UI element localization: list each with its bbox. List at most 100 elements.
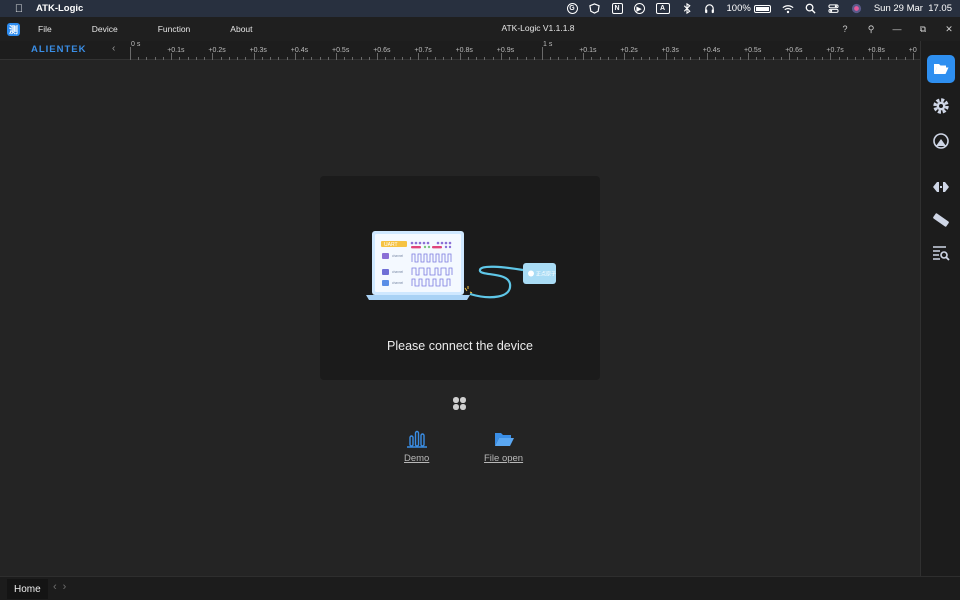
ruler-tick — [542, 47, 543, 60]
search-icon[interactable] — [805, 3, 817, 15]
siri-icon[interactable] — [851, 3, 863, 15]
ruler-tick — [706, 53, 708, 60]
ruler-label: +0.8s — [455, 47, 473, 54]
ruler-label: +0.8s — [867, 47, 885, 54]
app-titlebar: 测 File Device Function About ATK-Logic V… — [0, 17, 960, 41]
apps-grid-icon[interactable] — [453, 397, 466, 410]
close-button[interactable]: ✕ — [944, 24, 954, 35]
ruler-tick — [171, 53, 173, 60]
collapse-sidebar-button[interactable]: ‹ — [112, 43, 115, 54]
uart-tag: UART — [384, 242, 398, 248]
control-center-icon[interactable] — [828, 3, 840, 15]
ruler-tick — [459, 53, 461, 60]
open-file-tool[interactable] — [927, 55, 955, 83]
file-open-label: File open — [484, 453, 524, 464]
ruler-label: +0.2s — [208, 47, 226, 54]
time-ruler[interactable]: 0 s +0.1s +0.2s +0.3s +0.4s +0.5s +0.6s +0.7s +0… — [130, 41, 920, 60]
notion-icon[interactable]: N — [611, 3, 623, 14]
menubar-app-name[interactable]: ATK-Logic — [36, 3, 83, 14]
forward-arrow-icon[interactable]: › — [63, 581, 67, 593]
ruler-tick — [336, 53, 337, 60]
macos-menubar:  ATK-Logic G N ▶ A 100% Sun 29 M — [0, 0, 960, 17]
bluetooth-icon[interactable] — [681, 3, 693, 15]
help-button[interactable]: ? — [840, 24, 850, 34]
measure-tool[interactable] — [927, 127, 955, 155]
ruler-label: +0.4s — [290, 47, 309, 54]
ruler-tick — [624, 53, 626, 60]
settings-icon — [933, 98, 949, 114]
ruler-tick — [418, 53, 420, 60]
app-menu: File Device Function About — [38, 24, 293, 34]
menu-function[interactable]: Function — [158, 24, 191, 34]
back-arrow-icon[interactable]: ‹ — [53, 581, 57, 593]
demo-button[interactable]: Demo — [404, 430, 429, 464]
channel-label: channel — [392, 270, 403, 274]
ruler-label: +0.6s — [785, 47, 803, 54]
file-open-button[interactable]: File open — [484, 430, 523, 464]
search-list-icon — [933, 246, 950, 261]
ruler-tool[interactable] — [927, 206, 955, 234]
menubar-clock[interactable]: Sun 29 Mar 17.05 — [874, 3, 952, 14]
minimize-button[interactable]: — — [892, 24, 902, 34]
ruler-label: +0 — [908, 47, 917, 54]
timeline-bar: ALIENTEK ‹ 0 s +0.1s +0.2s +0.3s +0.4s +0.5s +… — [0, 41, 920, 60]
channel-label: channel — [392, 281, 403, 285]
ruler-label: +0.7s — [414, 47, 432, 54]
probe-label: 正点原子 — [536, 271, 556, 278]
ruler-label: +0.2s — [620, 47, 638, 54]
ruler-label: +0.5s — [332, 47, 350, 54]
alientek-logo: ALIENTEK — [31, 44, 87, 55]
ruler-icon — [933, 213, 949, 227]
menu-about[interactable]: About — [230, 24, 252, 34]
menu-device[interactable]: Device — [92, 24, 118, 34]
pin-button[interactable]: ⚲ — [866, 24, 876, 35]
battery-icon — [753, 4, 771, 13]
battery-percent: 100% — [726, 3, 751, 14]
ruler-label: +0.9s — [496, 47, 515, 54]
connect-device-message: Please connect the device — [387, 339, 533, 353]
folder-open-icon — [494, 433, 514, 446]
channel-label: channel — [392, 254, 403, 258]
ruler-tick — [500, 53, 502, 60]
battery-indicator[interactable]: 100% — [727, 3, 771, 14]
ruler-label: +0.3s — [249, 47, 267, 54]
ruler-tick — [912, 53, 914, 60]
headphones-icon[interactable] — [704, 3, 716, 15]
ruler-label: +0.7s — [826, 47, 844, 54]
settings-tool[interactable] — [927, 92, 955, 120]
play-icon[interactable]: ▶ — [633, 3, 645, 14]
decoder-icon — [933, 182, 949, 192]
wifi-icon[interactable] — [782, 3, 794, 15]
connect-device-card: UART channel channel channel 正点原子 Please… — [320, 176, 600, 380]
ruler-label: +0.4s — [702, 47, 721, 54]
grammarly-icon[interactable]: G — [566, 3, 578, 14]
menu-file[interactable]: File — [38, 24, 52, 34]
tab-navigation: ‹ › — [53, 581, 66, 593]
main-area: UART channel channel channel 正点原子 Please… — [0, 60, 920, 576]
ruler-label: 0 s — [131, 41, 141, 48]
demo-label: Demo — [404, 453, 430, 464]
input-source-icon[interactable]: A — [655, 3, 670, 14]
ruler-tick — [377, 53, 379, 60]
search-list-tool[interactable] — [927, 239, 955, 267]
ruler-tick — [130, 47, 131, 60]
folder-open-icon — [934, 64, 949, 74]
ruler-tick — [871, 53, 873, 60]
ruler-tick — [748, 53, 749, 60]
decoder-tool[interactable] — [927, 173, 955, 201]
right-tool-panel — [920, 41, 960, 576]
vpn-icon[interactable] — [589, 3, 601, 15]
bar-chart-icon — [406, 430, 427, 448]
tab-home[interactable]: Home — [7, 579, 48, 599]
ruler-tick — [212, 53, 214, 60]
ruler-tick — [294, 53, 296, 60]
menubar-status-area: G N ▶ A 100% Sun 29 Mar 17.05 — [566, 0, 952, 17]
ruler-tick — [253, 53, 255, 60]
ruler-label: +0.5s — [744, 47, 762, 54]
ruler-tick — [789, 53, 791, 60]
app-logo-icon: 测 — [7, 22, 20, 36]
apple-icon[interactable]:  — [12, 3, 26, 15]
restore-button[interactable]: ⧉ — [918, 24, 928, 35]
ruler-label: +0.1s — [167, 47, 185, 54]
ruler-tick — [830, 53, 832, 60]
